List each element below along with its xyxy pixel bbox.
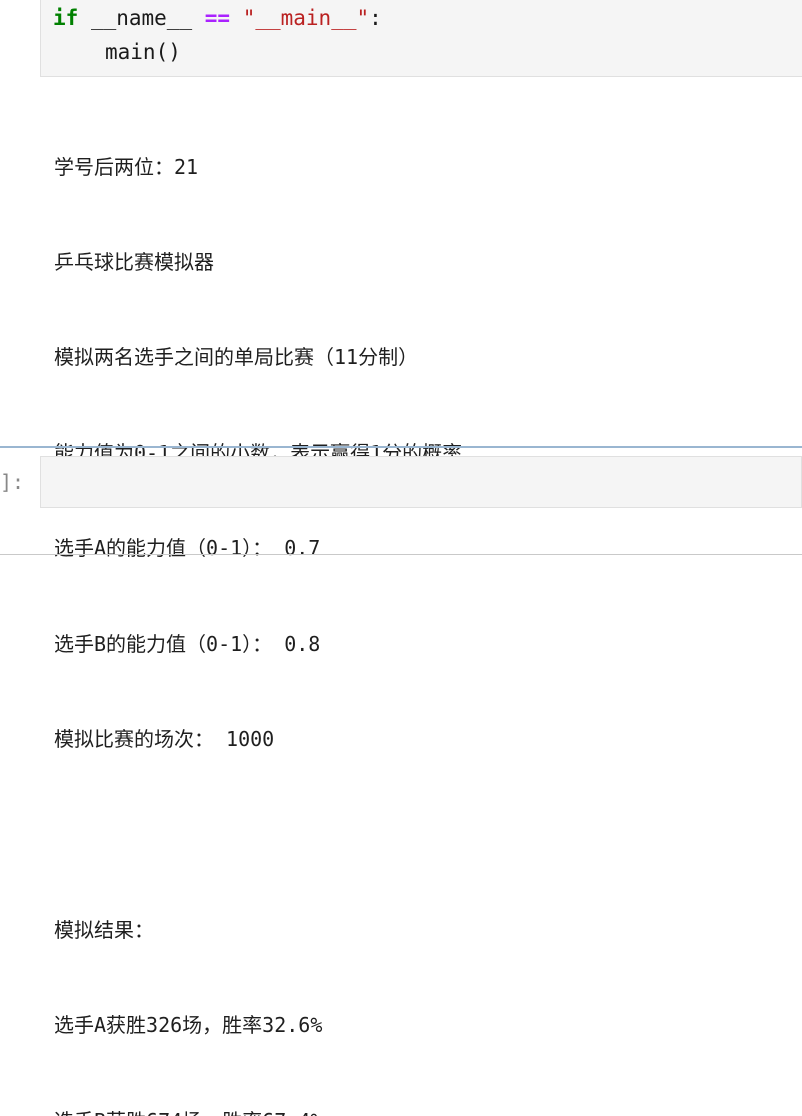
output-line-description: 模拟两名选手之间的单局比赛（11分制） (54, 342, 462, 374)
output-line-player-a-result: 选手A获胜326场，胜率32.6% (54, 1010, 462, 1042)
bottom-rule (0, 554, 802, 555)
keyword-if: if (53, 6, 78, 30)
colon-token: : (369, 6, 382, 30)
code-line-2: main() (105, 38, 181, 66)
output-line-blank (54, 819, 462, 851)
output-line-student-id: 学号后两位：21 (54, 152, 462, 184)
input-prompt: ]: (0, 470, 24, 494)
equality-operator: == (205, 6, 230, 30)
output-line-title: 乒乓球比赛模拟器 (54, 247, 462, 279)
output-line-match-count: 模拟比赛的场次： 1000 (54, 724, 462, 756)
empty-code-cell[interactable] (40, 456, 802, 508)
name-token: __name__ (78, 6, 204, 30)
token-space (230, 6, 243, 30)
code-cell[interactable]: if __name__ == "__main__": main() (40, 0, 802, 77)
output-line-player-b-ability: 选手B的能力值（0-1）： 0.8 (54, 629, 462, 661)
main-string: "__main__" (243, 6, 369, 30)
output-line-result-header: 模拟结果： (54, 915, 462, 947)
cell-output: 学号后两位：21 乒乓球比赛模拟器 模拟两名选手之间的单局比赛（11分制） 能力… (54, 88, 462, 1116)
output-line-player-a-ability: 选手A的能力值（0-1）： 0.7 (54, 533, 462, 565)
output-line-player-b-result: 选手B获胜674场，胜率67.4% (54, 1106, 462, 1116)
cell-divider (0, 446, 802, 448)
code-line-1: if __name__ == "__main__": (53, 4, 382, 32)
